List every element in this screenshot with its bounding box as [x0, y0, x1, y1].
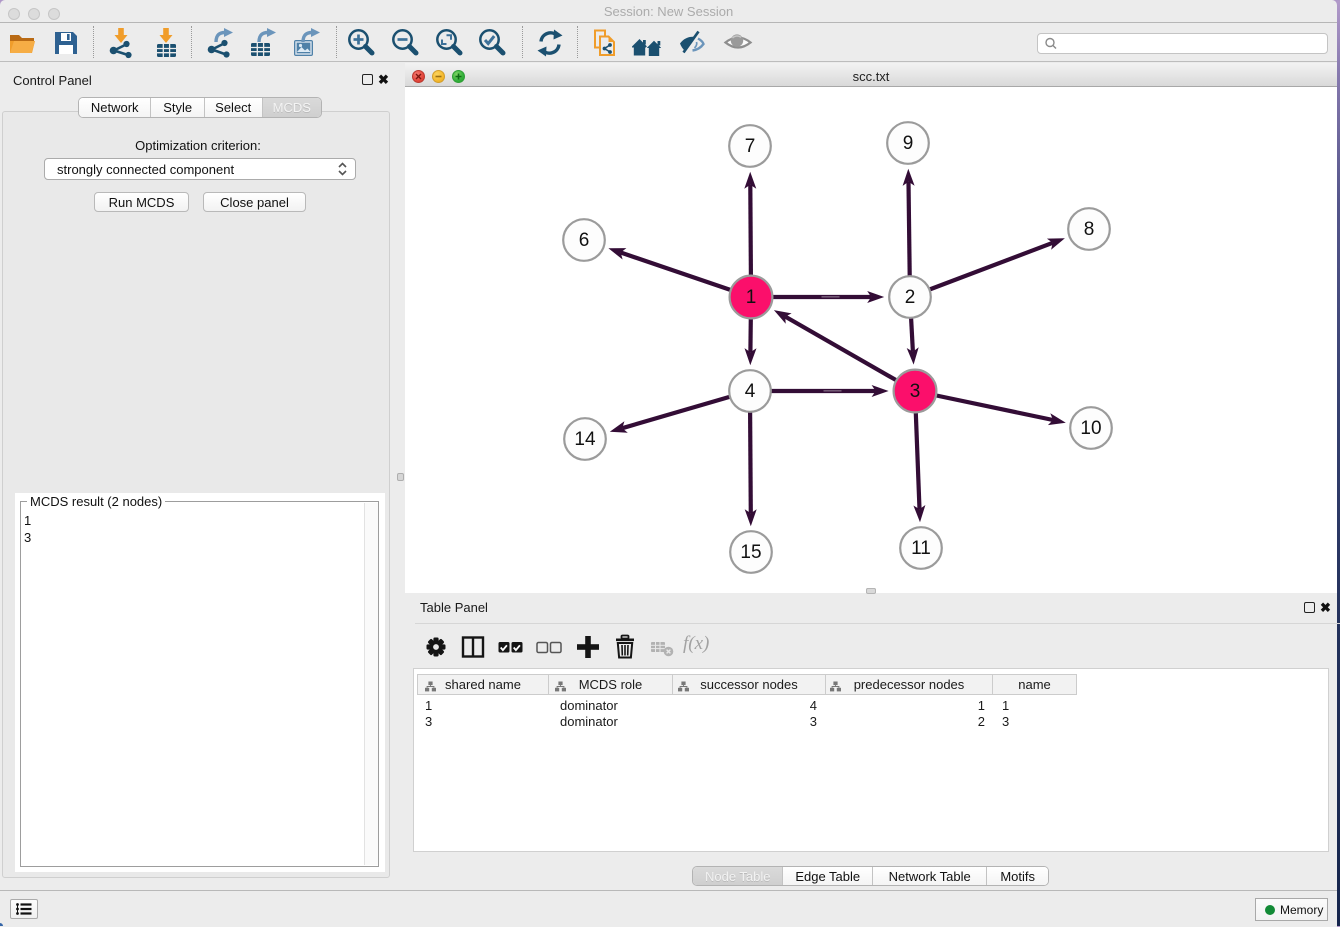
svg-text:14: 14	[574, 429, 596, 450]
svg-text:4: 4	[745, 381, 756, 402]
svg-text:10: 10	[1080, 418, 1101, 439]
svg-text:9: 9	[903, 133, 914, 154]
svg-text:6: 6	[579, 230, 590, 251]
svg-text:2: 2	[905, 287, 916, 308]
svg-text:8: 8	[1084, 219, 1095, 240]
svg-text:3: 3	[910, 381, 921, 402]
svg-text:1: 1	[746, 287, 757, 308]
svg-text:7: 7	[745, 136, 756, 157]
svg-text:11: 11	[911, 538, 931, 559]
svg-text:15: 15	[740, 542, 761, 563]
